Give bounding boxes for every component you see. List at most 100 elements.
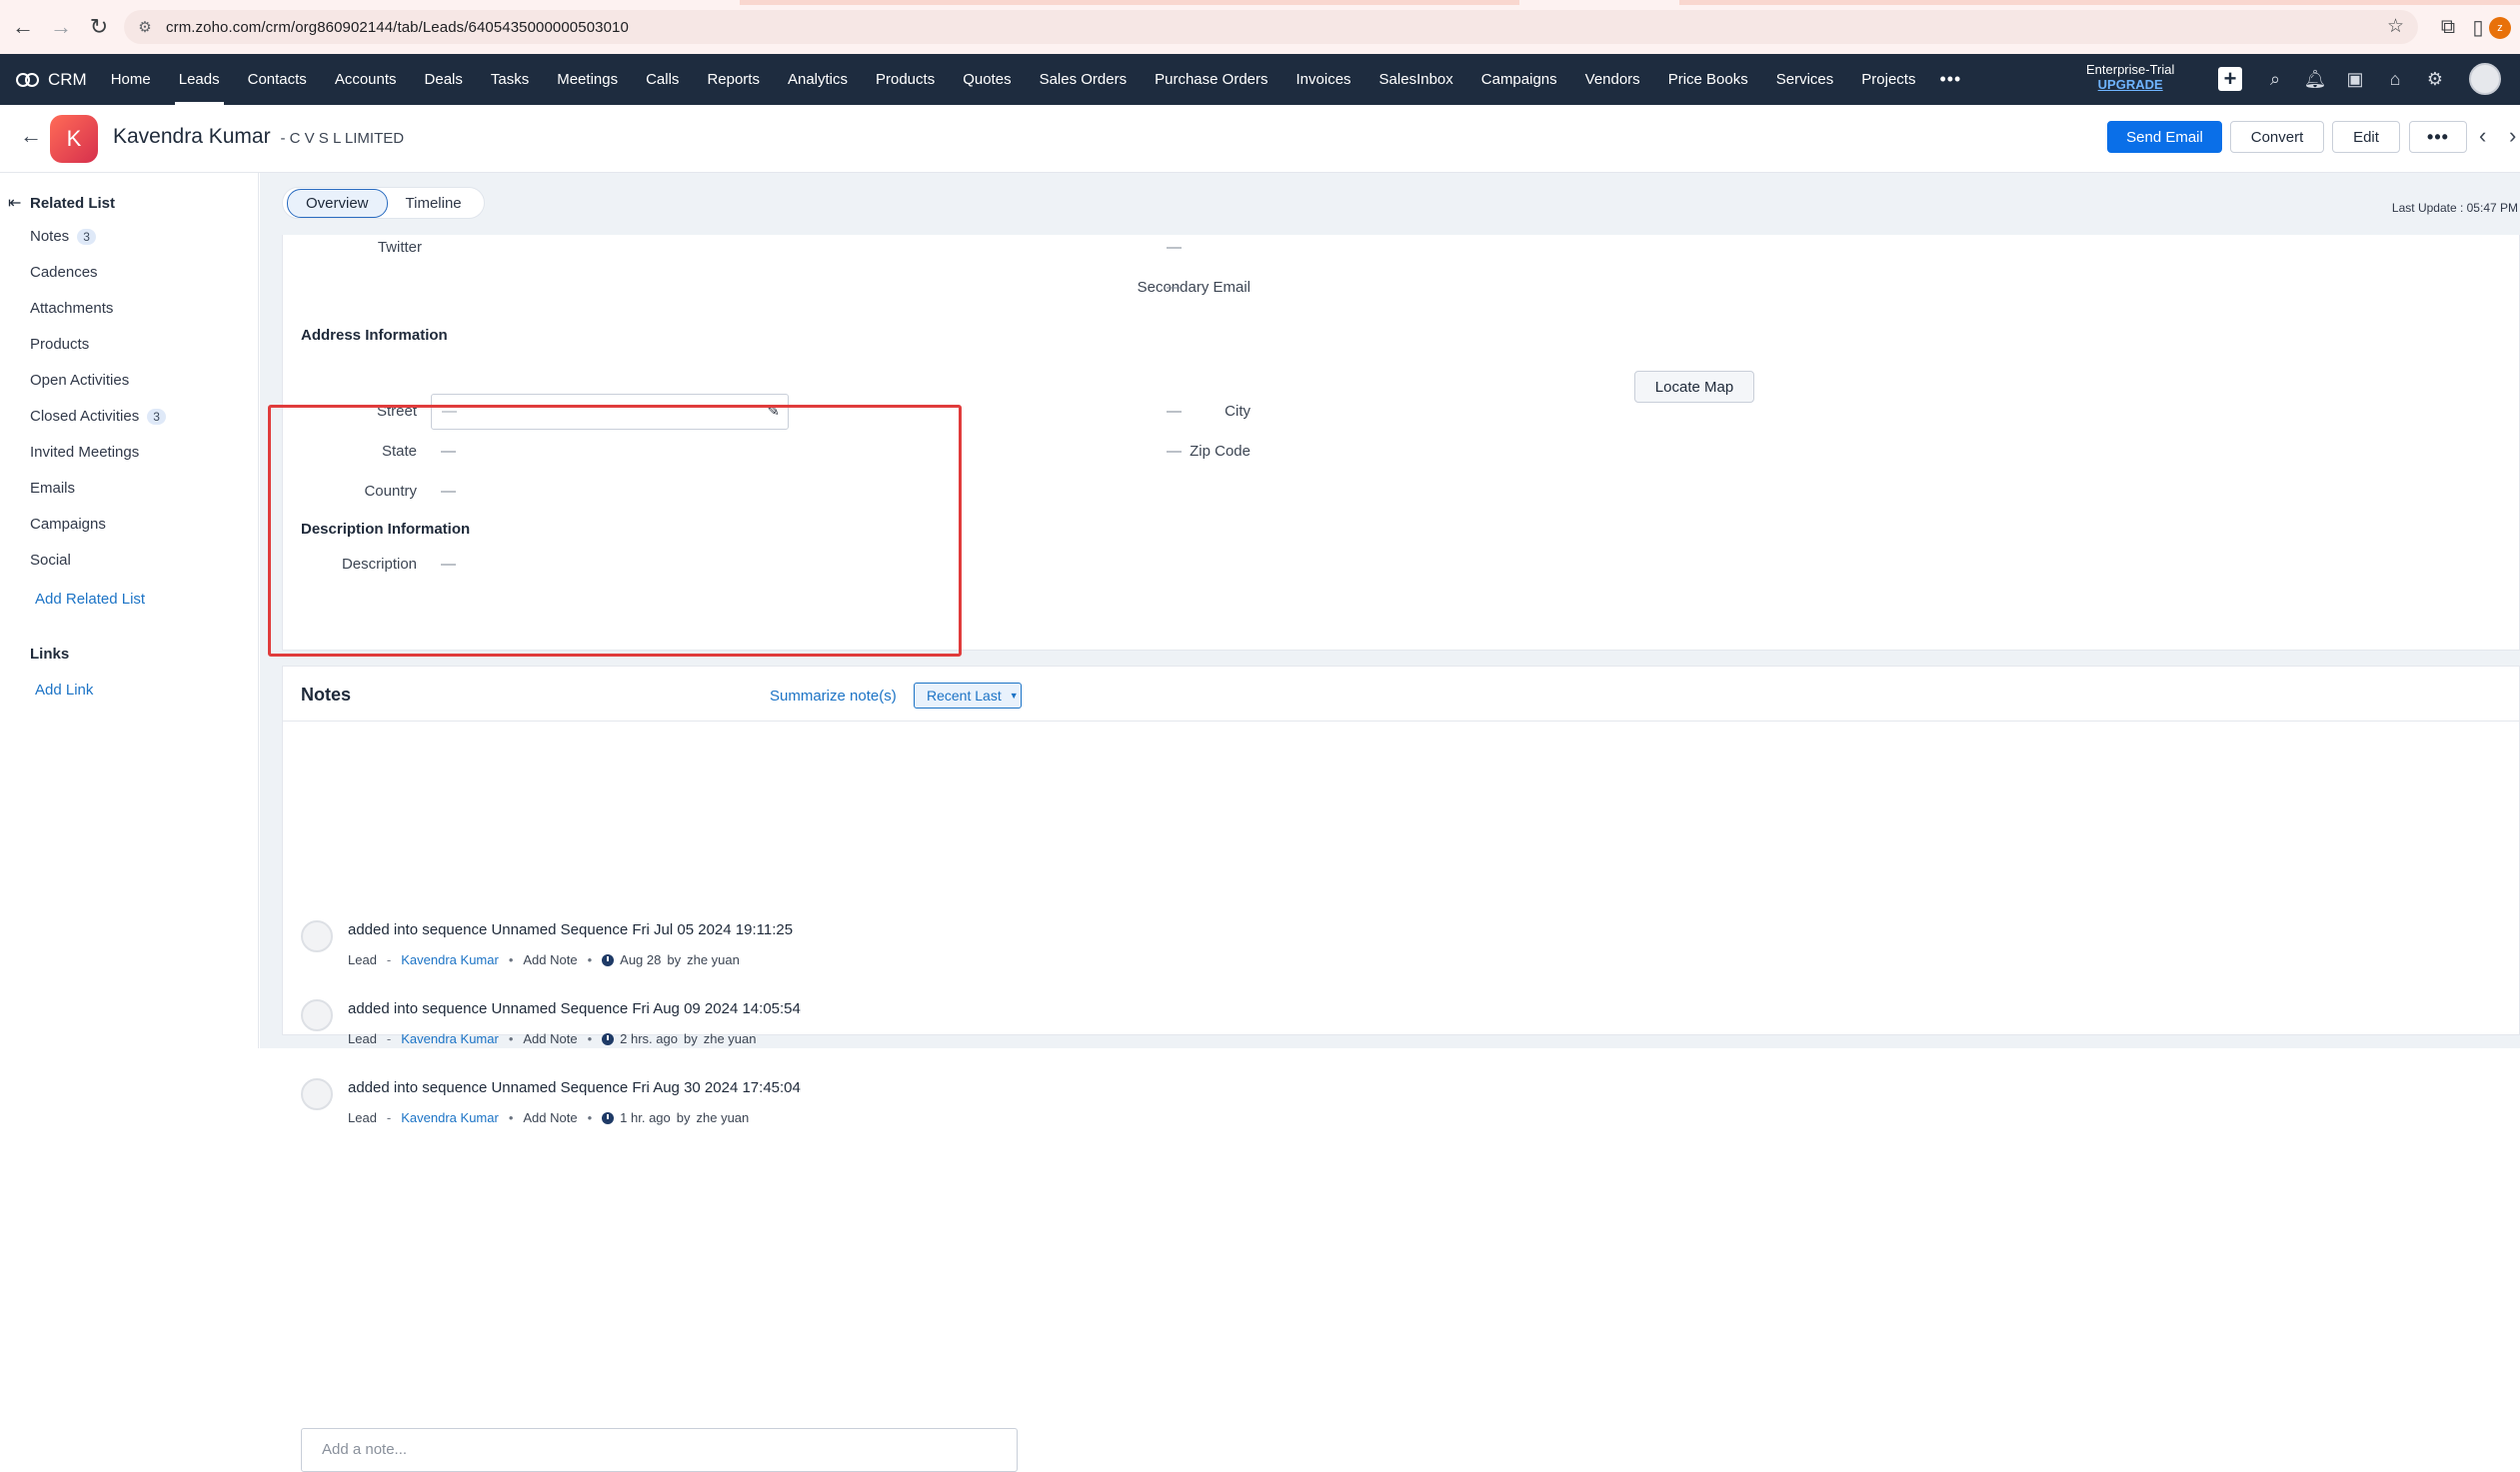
note-meta: Lead - Kavendra Kumar • Add Note • Aug 28 by zhe… <box>348 952 740 967</box>
bookmark-star-icon[interactable]: ☆ <box>2387 15 2404 38</box>
note-text: added into sequence Unnamed Sequence Fri… <box>348 1000 801 1017</box>
twitter-label: Twitter <box>377 239 422 256</box>
edit-button[interactable]: Edit <box>2332 121 2400 153</box>
sidebar-toggle-icon[interactable]: ▯ <box>2465 14 2491 40</box>
upgrade-link[interactable]: UPGRADE <box>2086 77 2174 92</box>
browser-forward-icon[interactable]: → <box>40 6 82 48</box>
zip-code-value[interactable]: — <box>1167 443 1182 460</box>
nav-item-reports[interactable]: Reports <box>693 54 774 105</box>
add-related-list-link[interactable]: Add Related List <box>35 591 145 608</box>
extensions-icon[interactable]: ⧉ <box>2435 14 2461 40</box>
divider <box>283 721 2520 722</box>
nav-item-leads[interactable]: Leads <box>165 54 234 105</box>
related-item-products[interactable]: Products <box>30 336 89 353</box>
clock-icon <box>602 953 615 966</box>
send-email-button[interactable]: Send Email <box>2107 121 2222 153</box>
lead-company: - C V S L LIMITED <box>280 130 405 147</box>
nav-item-accounts[interactable]: Accounts <box>321 54 411 105</box>
separator: • <box>587 1031 593 1046</box>
note-by: by <box>676 1110 691 1125</box>
more-actions-button[interactable]: ••• <box>2409 121 2467 153</box>
quick-create-button[interactable]: + <box>2218 66 2242 91</box>
crm-brand-label: CRM <box>48 69 87 89</box>
nav-item-campaigns[interactable]: Campaigns <box>1467 54 1571 105</box>
nav-item-purchase-orders[interactable]: Purchase Orders <box>1141 54 1281 105</box>
related-item-invited-meetings[interactable]: Invited Meetings <box>30 444 139 461</box>
note-item[interactable]: added into sequence Unnamed Sequence Fri… <box>301 1069 961 1139</box>
nav-item-sales-orders[interactable]: Sales Orders <box>1026 54 1142 105</box>
nav-item-home[interactable]: Home <box>97 54 165 105</box>
twitter-value[interactable]: — <box>1167 239 1182 256</box>
browser-reload-icon[interactable]: ↻ <box>78 6 120 48</box>
settings-gear-icon[interactable]: ⚙ <box>2422 66 2448 92</box>
related-item-notes[interactable]: Notes 3 <box>30 228 96 245</box>
calendar-icon[interactable]: ▣ <box>2342 66 2368 92</box>
nav-item-price-books[interactable]: Price Books <box>1654 54 1762 105</box>
separator: • <box>587 1110 593 1125</box>
nav-item-tasks[interactable]: Tasks <box>477 54 543 105</box>
city-value[interactable]: — <box>1167 403 1182 420</box>
note-action: Add Note <box>523 1031 578 1046</box>
nav-item-salesinbox[interactable]: SalesInbox <box>1365 54 1467 105</box>
note-record-link[interactable]: Kavendra Kumar <box>401 1031 499 1046</box>
crm-logo-icon <box>16 70 42 90</box>
browser-profile-avatar[interactable]: z <box>2489 17 2511 39</box>
nav-item-contacts[interactable]: Contacts <box>234 54 321 105</box>
note-time: Aug 28 <box>620 952 662 967</box>
nav-item-meetings[interactable]: Meetings <box>543 54 632 105</box>
related-item-open-activities[interactable]: Open Activities <box>30 372 129 389</box>
related-item-campaigns[interactable]: Campaigns <box>30 516 106 533</box>
add-link[interactable]: Add Link <box>35 682 93 699</box>
nav-item-products[interactable]: Products <box>862 54 949 105</box>
nav-item-vendors[interactable]: Vendors <box>1571 54 1654 105</box>
related-item-social[interactable]: Social <box>30 552 71 569</box>
separator: - <box>386 1110 392 1125</box>
related-item-closed-activities[interactable]: Closed Activities 3 <box>30 408 166 425</box>
nav-item-services[interactable]: Services <box>1762 54 1848 105</box>
related-item-label: Notes <box>30 228 70 245</box>
note-by: by <box>667 952 682 967</box>
marketplace-icon[interactable]: ⌂ <box>2382 66 2408 92</box>
search-icon[interactable]: ⌕ <box>2262 66 2288 92</box>
summarize-notes-link[interactable]: Summarize note(s) <box>770 688 897 705</box>
note-record-link[interactable]: Kavendra Kumar <box>401 1110 499 1125</box>
address-bar[interactable]: ⚙ crm.zoho.com/crm/org860902144/tab/Lead… <box>124 10 2418 44</box>
nav-item-deals[interactable]: Deals <box>411 54 477 105</box>
record-title: Kavendra Kumar - C V S L LIMITED <box>113 125 404 149</box>
related-item-label: Campaigns <box>30 516 106 533</box>
notes-sort-dropdown[interactable]: Recent Last ▼ <box>914 683 1022 709</box>
related-item-label: Products <box>30 336 90 353</box>
next-record-icon[interactable]: › <box>2509 123 2516 149</box>
nav-item-invoices[interactable]: Invoices <box>1282 54 1365 105</box>
related-item-cadences[interactable]: Cadences <box>30 264 98 281</box>
related-item-label: Open Activities <box>30 372 130 389</box>
notifications-bell-icon[interactable]: 🔔︎ <box>2302 66 2328 92</box>
note-text: added into sequence Unnamed Sequence Fri… <box>348 1079 801 1096</box>
back-arrow-icon[interactable]: ← <box>20 123 42 149</box>
previous-record-icon[interactable]: ‹ <box>2479 123 2486 149</box>
note-meta: Lead - Kavendra Kumar • Add Note • 2 hrs. ago b… <box>348 1031 756 1046</box>
collapse-panel-icon[interactable]: ⇤ <box>8 193 21 213</box>
nav-item-projects[interactable]: Projects <box>1847 54 1929 105</box>
note-record-link[interactable]: Kavendra Kumar <box>401 952 499 967</box>
note-item[interactable]: added into sequence Unnamed Sequence Fri… <box>301 990 961 1060</box>
browser-back-icon[interactable]: ← <box>2 6 44 48</box>
links-title: Links <box>30 646 70 663</box>
user-avatar[interactable] <box>2469 63 2501 95</box>
nav-item-calls[interactable]: Calls <box>632 54 693 105</box>
tab-timeline[interactable]: Timeline <box>388 190 480 217</box>
site-info-icon[interactable]: ⚙ <box>136 18 154 36</box>
nav-item-analytics[interactable]: Analytics <box>774 54 862 105</box>
crm-logo[interactable]: CRM <box>16 70 87 90</box>
add-note-input[interactable]: Add a note... <box>301 1428 1018 1472</box>
secondary-email-value[interactable]: — <box>1167 279 1182 296</box>
related-item-attachments[interactable]: Attachments <box>30 300 113 317</box>
note-item[interactable]: added into sequence Unnamed Sequence Fri… <box>301 911 961 981</box>
related-item-emails[interactable]: Emails <box>30 480 75 497</box>
convert-button[interactable]: Convert <box>2230 121 2324 153</box>
more-modules-button[interactable]: ••• <box>1929 69 1971 90</box>
nav-item-quotes[interactable]: Quotes <box>949 54 1025 105</box>
locate-map-button[interactable]: Locate Map <box>1634 371 1754 403</box>
url-text[interactable]: crm.zoho.com/crm/org860902144/tab/Leads/… <box>166 19 629 36</box>
tab-overview[interactable]: Overview <box>287 188 388 218</box>
